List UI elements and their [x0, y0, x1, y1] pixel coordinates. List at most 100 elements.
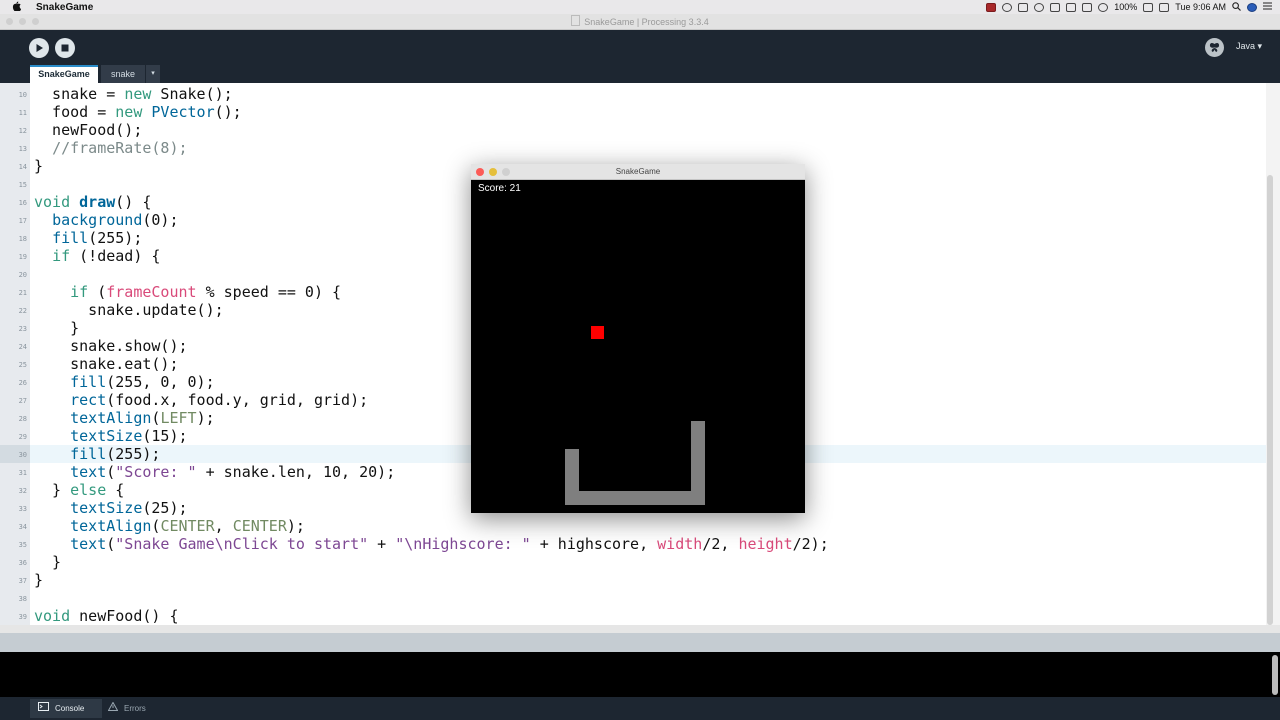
code-text: snake = new Snake();: [34, 85, 233, 103]
wifi-icon[interactable]: [1098, 2, 1109, 12]
console-tab[interactable]: Console: [30, 699, 102, 718]
code-text: fill(255);: [52, 229, 143, 247]
recording-icon[interactable]: [986, 2, 997, 12]
code-text: }: [34, 553, 62, 571]
code-text: textSize(25);: [70, 499, 188, 517]
cloud-icon[interactable]: [1018, 2, 1029, 12]
line-number: 19: [18, 253, 27, 261]
code-text: if (frameCount % speed == 0) {: [70, 283, 342, 301]
code-line[interactable]: 13 //frameRate(8);: [0, 139, 1266, 157]
line-number: 11: [18, 109, 27, 117]
snake-segment: [649, 491, 663, 505]
code-line[interactable]: 37}: [0, 571, 1266, 589]
code-text: } else {: [34, 481, 125, 499]
code-text: void newFood() {: [34, 607, 179, 625]
menubar-clock[interactable]: Tue 9:06 AM: [1175, 2, 1226, 12]
tab-snake[interactable]: snake: [101, 65, 145, 83]
console-scrollbar[interactable]: [1272, 655, 1278, 695]
code-line[interactable]: 34 textAlign(CENTER, CENTER);: [0, 517, 1266, 535]
snake-segment: [691, 491, 705, 505]
editor-scrollbar-thumb[interactable]: [1267, 175, 1273, 625]
run-button[interactable]: [29, 38, 49, 58]
status-message-bar: [0, 633, 1280, 652]
line-number: 15: [18, 181, 27, 189]
notification-center-icon[interactable]: [1263, 2, 1272, 12]
line-number: 39: [18, 613, 27, 621]
window-minimize-button[interactable]: [19, 18, 26, 25]
food-square: [591, 326, 604, 339]
battery-icon[interactable]: [1143, 2, 1154, 12]
sync-icon[interactable]: [1050, 2, 1061, 12]
sketch-window[interactable]: SnakeGame Score: 21: [471, 164, 805, 513]
window-close-button[interactable]: [6, 18, 13, 25]
code-text: }: [34, 319, 80, 337]
code-line[interactable]: 38: [0, 589, 1266, 607]
siri-icon[interactable]: [1247, 2, 1257, 12]
snake-segment: [565, 449, 579, 463]
line-number: 32: [18, 487, 27, 495]
snake-segment: [691, 463, 705, 477]
line-number: 24: [18, 343, 27, 351]
airplay-icon[interactable]: [1159, 2, 1170, 12]
status-circle-icon[interactable]: [1002, 2, 1013, 12]
spotlight-search-icon[interactable]: [1232, 1, 1241, 13]
snake-segment: [565, 477, 579, 491]
line-number: 14: [18, 163, 27, 171]
sketch-zoom-button[interactable]: [502, 168, 510, 176]
editor-console-divider[interactable]: [0, 625, 1280, 633]
sketch-window-title-bar[interactable]: SnakeGame: [471, 164, 805, 180]
code-text: //frameRate(8);: [52, 139, 188, 157]
line-number: 20: [18, 271, 27, 279]
bluetooth-icon[interactable]: [1066, 2, 1077, 12]
clock-status-icon[interactable]: [1034, 2, 1045, 12]
code-line[interactable]: 39 void newFood() {: [0, 607, 1266, 625]
apple-menu-icon[interactable]: [12, 1, 26, 14]
line-number: 17: [18, 217, 27, 225]
tab-snakegame[interactable]: SnakeGame: [30, 65, 98, 83]
code-text: fill(255);: [70, 445, 161, 463]
code-text: text("Snake Game\nClick to start" + "\nH…: [70, 535, 829, 553]
tab-menu-button[interactable]: ▾: [146, 65, 160, 83]
console-output[interactable]: [0, 652, 1280, 697]
battery-percent: 100%: [1114, 2, 1138, 12]
errors-tab[interactable]: Errors: [100, 699, 160, 718]
document-icon: [571, 15, 581, 26]
line-number: 22: [18, 307, 27, 315]
stop-button[interactable]: [55, 38, 75, 58]
code-line[interactable]: 35 text("Snake Game\nClick to start" + "…: [0, 535, 1266, 553]
debug-button[interactable]: [1205, 38, 1224, 57]
sketch-close-button[interactable]: [476, 168, 484, 176]
window-zoom-button[interactable]: [32, 18, 39, 25]
code-line[interactable]: 36 }: [0, 553, 1266, 571]
snake-segment: [663, 491, 677, 505]
snake-segment: [691, 421, 705, 435]
line-number: 25: [18, 361, 27, 369]
snake-segment: [691, 435, 705, 449]
code-text: rect(food.x, food.y, grid, grid);: [70, 391, 369, 409]
code-line[interactable]: 11 food = new PVector();: [0, 103, 1266, 121]
code-text: textAlign(LEFT);: [70, 409, 215, 427]
code-text: textSize(15);: [70, 427, 188, 445]
line-number: 21: [18, 289, 27, 297]
errors-tab-label: Errors: [124, 704, 146, 713]
game-canvas[interactable]: Score: 21: [471, 180, 805, 513]
snake-segment: [691, 477, 705, 491]
code-text: snake.eat();: [34, 355, 179, 373]
sketch-minimize-button[interactable]: [489, 168, 497, 176]
mode-selector[interactable]: Java ▾: [1236, 41, 1262, 52]
menu-app-name[interactable]: SnakeGame: [36, 2, 93, 13]
butterfly-icon: [1209, 42, 1220, 52]
line-number: 30: [18, 451, 27, 459]
code-text: newFood();: [34, 121, 143, 139]
snake-segment: [635, 491, 649, 505]
line-number: 13: [18, 145, 27, 153]
window-title-bar: SnakeGame | Processing 3.3.4: [0, 14, 1280, 30]
line-number: 18: [18, 235, 27, 243]
line-number: 27: [18, 397, 27, 405]
volume-icon[interactable]: [1082, 2, 1093, 12]
line-number: 29: [18, 433, 27, 441]
snake-segment: [607, 491, 621, 505]
bottom-tab-bar: Console Errors: [0, 697, 1280, 720]
code-line[interactable]: 12 newFood();: [0, 121, 1266, 139]
code-line[interactable]: 10 snake = new Snake();: [0, 85, 1266, 103]
